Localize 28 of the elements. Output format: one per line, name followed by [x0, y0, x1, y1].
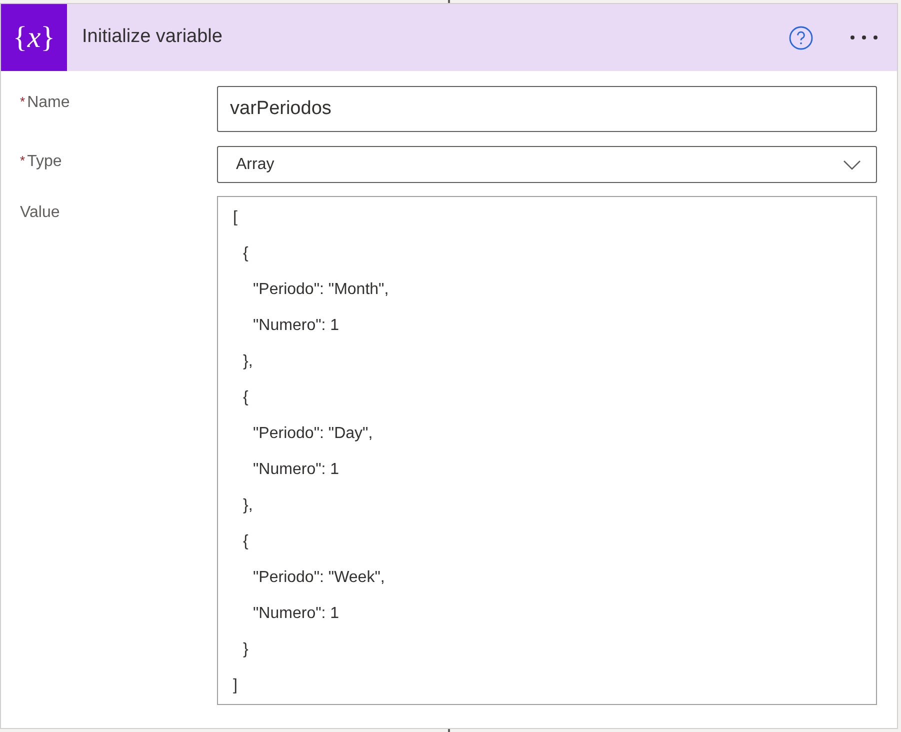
code-line: "Numero": 1: [253, 460, 340, 480]
type-dropdown[interactable]: Array: [217, 146, 877, 183]
field-label: Type: [27, 152, 62, 172]
required-mark: *: [20, 93, 26, 111]
help-icon: [789, 26, 813, 50]
code-line: {: [243, 388, 248, 408]
card-title: Initialize variable: [82, 25, 222, 50]
code-line: "Periodo": "Week",: [253, 568, 385, 588]
required-mark: *: [20, 152, 26, 170]
code-line: "Periodo": "Day",: [253, 424, 373, 444]
code-line: "Numero": 1: [253, 316, 340, 336]
code-line: }: [243, 640, 248, 660]
code-line: {: [243, 532, 248, 552]
help-button[interactable]: [789, 26, 813, 50]
code-line: "Numero": 1: [253, 604, 340, 624]
field-label: Value: [20, 203, 60, 223]
name-input[interactable]: varPeriodos: [217, 86, 877, 132]
code-line: },: [243, 352, 253, 372]
chevron-down-icon: [843, 160, 861, 170]
more-options-icon: [850, 35, 878, 40]
variable-symbol: {x}: [1, 4, 67, 71]
value-field[interactable]: [ { "Periodo": "Month", "Numero": 1 }, { "Periodo": "Day", "Numero": 1 }, { "Periodo": "Week", "Numero": 1 } ]: [217, 196, 877, 705]
code-line: "Periodo": "Month",: [253, 280, 389, 300]
code-line: {: [243, 244, 248, 264]
code-line: },: [243, 496, 253, 516]
code-line: [: [233, 208, 238, 228]
field-label: Name: [27, 93, 70, 113]
code-line: ]: [233, 676, 238, 696]
